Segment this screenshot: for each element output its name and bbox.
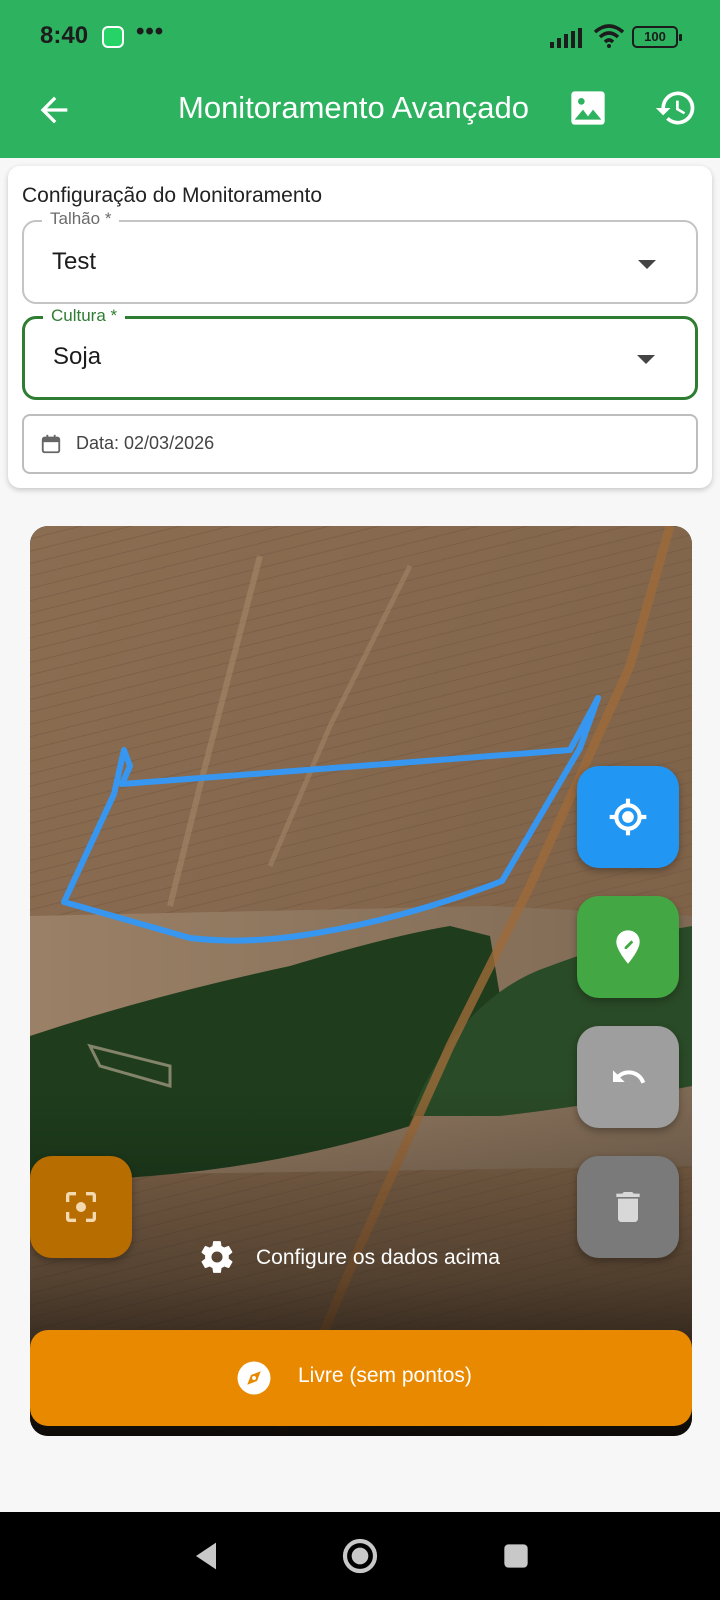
map-status-text: Configure os dados acima bbox=[256, 1246, 500, 1269]
arrow-back-icon[interactable] bbox=[34, 90, 74, 130]
nav-recents-icon[interactable] bbox=[496, 1536, 536, 1576]
undo-icon bbox=[613, 1070, 646, 1084]
cultura-select[interactable]: Cultura * Soja bbox=[22, 306, 698, 400]
compass-icon bbox=[237, 1361, 271, 1395]
image-icon[interactable] bbox=[568, 88, 608, 128]
config-card-title: Configuração do Monitoramento bbox=[22, 184, 323, 207]
fit-bounds-button[interactable] bbox=[30, 1156, 132, 1258]
wifi-icon bbox=[594, 24, 624, 48]
delete-button[interactable] bbox=[577, 1156, 679, 1258]
undo-button[interactable] bbox=[577, 1026, 679, 1128]
more-notifications-icon: ••• bbox=[136, 18, 165, 45]
locate-button[interactable] bbox=[577, 766, 679, 868]
config-card: Configuração do Monitoramento Talhão * T… bbox=[8, 166, 712, 488]
nav-home-icon[interactable] bbox=[340, 1536, 380, 1576]
date-field[interactable]: Data: 02/03/2026 bbox=[22, 414, 698, 474]
system-nav-bar bbox=[0, 1512, 720, 1600]
gear-icon bbox=[201, 1241, 233, 1273]
map-view[interactable]: Configure os dados acima Livre (sem pont… bbox=[30, 526, 692, 1436]
status-bar: 8:40 ••• 100 bbox=[0, 0, 720, 72]
mode-label: Livre (sem pontos) bbox=[298, 1364, 472, 1387]
cultura-value: Soja bbox=[53, 343, 102, 370]
talhao-label: Talhão * bbox=[42, 209, 120, 229]
calendar-icon bbox=[41, 434, 61, 454]
mode-button[interactable]: Livre (sem pontos) bbox=[30, 1330, 692, 1426]
whatsapp-notification-icon bbox=[102, 26, 124, 48]
page-title: Monitoramento Avançado bbox=[178, 90, 529, 125]
pin-edit-icon bbox=[616, 930, 640, 964]
status-time: 8:40 bbox=[40, 22, 89, 49]
history-icon[interactable] bbox=[654, 86, 698, 130]
gps-target-icon bbox=[609, 798, 647, 836]
talhao-select[interactable]: Talhão * Test bbox=[22, 209, 698, 304]
chevron-down-icon bbox=[637, 355, 655, 364]
signal-icon bbox=[550, 28, 582, 48]
cultura-label: Cultura * bbox=[43, 306, 126, 326]
add-point-button[interactable] bbox=[577, 896, 679, 998]
app-bar: Monitoramento Avançado bbox=[0, 72, 720, 158]
center-focus-icon bbox=[66, 1192, 96, 1222]
nav-back-icon[interactable] bbox=[186, 1536, 226, 1576]
battery-icon: 100 bbox=[632, 26, 682, 48]
talhao-value: Test bbox=[52, 248, 97, 275]
trash-icon bbox=[616, 1192, 640, 1222]
date-text: Data: 02/03/2026 bbox=[76, 433, 215, 453]
chevron-down-icon bbox=[638, 260, 656, 269]
